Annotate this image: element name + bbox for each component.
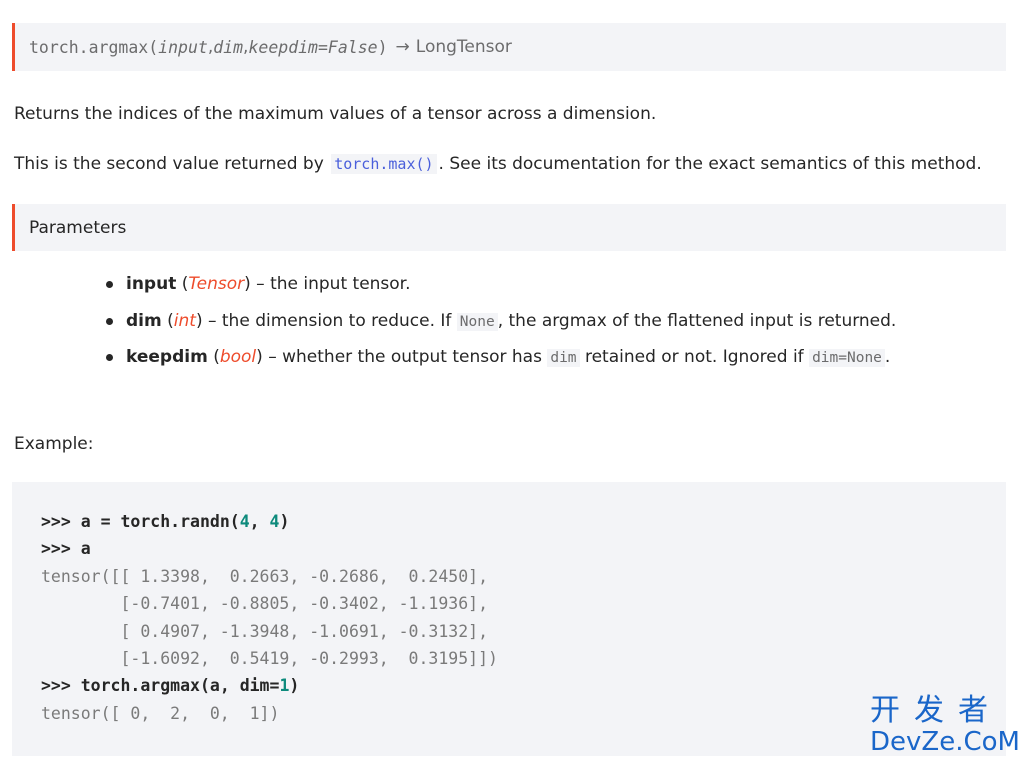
code-number: 4: [269, 512, 280, 531]
param-desc: – the input tensor.: [250, 274, 411, 294]
code-line: >>> a = torch.randn(4, 4): [41, 512, 289, 531]
param-paren: ): [244, 274, 251, 294]
description-line-1: Returns the indices of the maximum value…: [14, 104, 657, 124]
param-desc: .: [884, 347, 891, 367]
code-output: [-0.7401, -0.8805, -0.3402, -1.1936],: [41, 594, 489, 614]
description-text: This is the second value returned by: [14, 154, 324, 174]
bullet-icon: [106, 281, 113, 288]
code-text: ): [279, 512, 290, 531]
param-paren: ): [256, 347, 263, 367]
bullet-icon: [106, 354, 113, 361]
example-label: Example:: [14, 434, 94, 454]
parameters-heading-label: Parameters: [29, 217, 127, 238]
code-text: a: [80, 539, 91, 559]
code-text: a = torch.randn(: [80, 512, 240, 531]
param-item-keepdim: keepdim (bool) – whether the output tens…: [104, 343, 896, 380]
watermark-cn-text: 开发者: [870, 693, 1002, 728]
code-prompt: >>>: [41, 539, 81, 559]
parameters-heading: Parameters: [12, 204, 1006, 251]
code-text: ,: [249, 512, 270, 531]
code-output: [-1.6092, 0.5419, -0.2993, 0.3195]]): [41, 649, 498, 669]
param-paren: (: [176, 274, 189, 294]
signature-open-paren: (: [148, 37, 159, 57]
code-prompt: >>>: [41, 676, 81, 696]
signature-arg-keepdim: keepdim=False: [248, 37, 378, 57]
param-name: input: [126, 274, 177, 294]
code-content: >>> a = torch.randn(4, 4) >>> a tensor([…: [41, 508, 1006, 727]
description-text: . See its documentation for the exact se…: [438, 154, 982, 174]
torch-max-link[interactable]: torch.max(): [331, 154, 437, 174]
code-output: [ 0.4907, -1.3948, -1.0691, -0.3132],: [41, 621, 489, 641]
param-item-input: input (Tensor) – the input tensor.: [104, 270, 896, 307]
function-signature: torch.argmax(input, dim, keepdim=False) →…: [12, 23, 1006, 71]
code-line: >>> torch.argmax(a, dim=1): [41, 676, 299, 695]
code-line: >>> a: [41, 539, 91, 558]
inline-code: None: [456, 312, 498, 331]
site-watermark-logo: 开发者 DevZe.CoM: [870, 693, 1020, 757]
signature-name: torch.argmax: [29, 37, 149, 57]
code-number: 1: [279, 676, 290, 696]
param-item-dim: dim (int) – the dimension to reduce. If …: [104, 307, 896, 344]
code-output: tensor([ 0, 2, 0, 1]): [41, 703, 280, 723]
description-line-2: This is the second value returned by tor…: [14, 154, 982, 174]
code-text: torch.argmax(a, dim=: [80, 676, 280, 696]
param-name: keepdim: [126, 347, 208, 367]
code-output: tensor([[ 1.3398, 0.2663, -0.2686, 0.245…: [41, 566, 489, 586]
example-code-block[interactable]: >>> a = torch.randn(4, 4) >>> a tensor([…: [12, 482, 1006, 756]
return-arrow-icon: →: [395, 37, 410, 57]
signature-arg-dim: dim: [213, 37, 244, 57]
code-text: ): [289, 676, 300, 696]
inline-code: dim: [547, 349, 580, 367]
code-prompt: >>>: [41, 512, 81, 531]
param-paren: (: [161, 310, 174, 331]
param-type-link[interactable]: Tensor: [188, 274, 244, 294]
param-desc: , the argmax of the flattened input is r…: [497, 310, 897, 331]
param-type-link[interactable]: bool: [220, 347, 256, 367]
param-desc: – whether the output tensor has: [262, 347, 548, 367]
inline-code: dim=None: [809, 349, 885, 367]
code-number: 4: [239, 512, 250, 531]
param-desc: retained or not. Ignored if: [579, 347, 810, 367]
param-type-link[interactable]: int: [174, 311, 196, 331]
param-name: dim: [126, 310, 162, 331]
signature-close-paren: ): [377, 37, 388, 57]
watermark-en-text: DevZe.CoM: [870, 727, 1020, 757]
param-paren: ): [195, 310, 203, 331]
bullet-icon: [106, 317, 113, 325]
param-desc: – the dimension to reduce. If: [202, 310, 457, 331]
parameters-list: input (Tensor) – the input tensor. dim (…: [104, 270, 896, 380]
signature-return-type: LongTensor: [415, 37, 512, 57]
signature-arg-input: input: [158, 37, 208, 57]
param-paren: (: [207, 347, 220, 367]
